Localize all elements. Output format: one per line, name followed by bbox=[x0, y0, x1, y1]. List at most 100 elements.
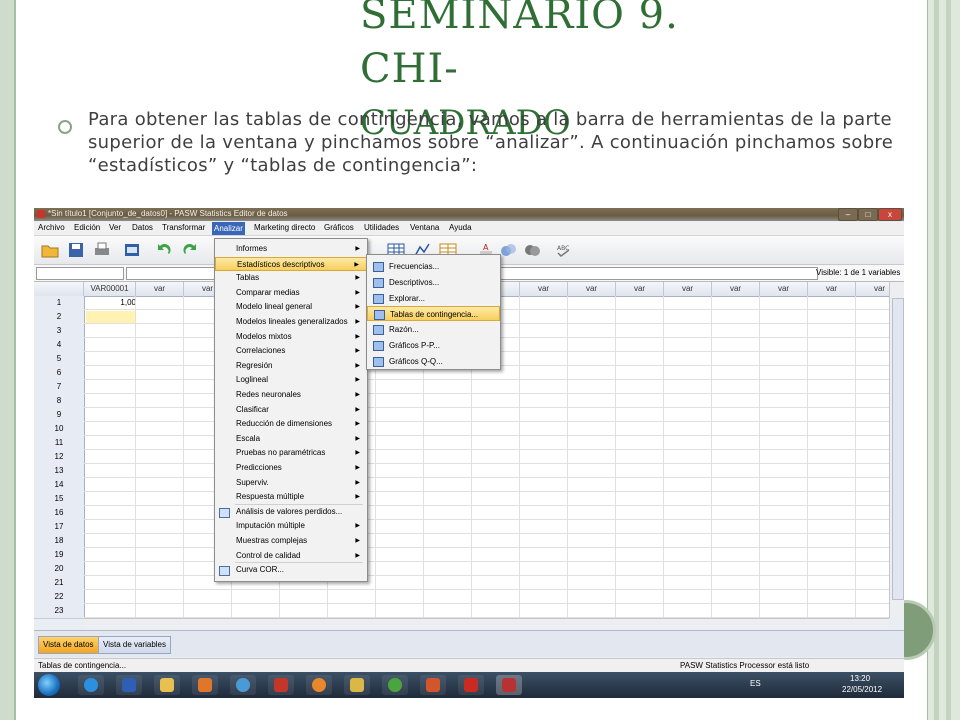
column-header-var[interactable]: var bbox=[760, 282, 808, 297]
row-number[interactable]: 8 bbox=[34, 394, 85, 409]
row-number[interactable]: 18 bbox=[34, 534, 85, 549]
vertical-scrollbar[interactable] bbox=[889, 282, 904, 618]
analyze-menu-item[interactable]: Imputación múltiple ▶ bbox=[215, 519, 367, 533]
analyze-menu-item[interactable]: Muestras complejas ▶ bbox=[215, 534, 367, 548]
cell-value[interactable]: 1,00 bbox=[84, 296, 136, 310]
row-number[interactable]: 16 bbox=[34, 506, 85, 521]
row-number[interactable]: 9 bbox=[34, 408, 85, 423]
analyze-menu-item[interactable]: Control de calidad ▶ bbox=[215, 549, 367, 563]
media-player-icon[interactable] bbox=[192, 675, 218, 695]
row-number[interactable]: 17 bbox=[34, 520, 85, 535]
analyze-menu-item[interactable]: Modelo lineal general ▶ bbox=[215, 300, 367, 314]
show-sets-icon[interactable] bbox=[522, 241, 542, 259]
file-explorer-icon[interactable] bbox=[154, 675, 180, 695]
tab-variable-view[interactable]: Vista de variables bbox=[98, 636, 171, 654]
column-header-var[interactable]: var bbox=[616, 282, 664, 297]
spell-check-icon[interactable]: ABC bbox=[554, 241, 574, 259]
pasw-taskbar-icon[interactable] bbox=[496, 675, 522, 695]
descriptives-menu-item[interactable]: Tablas de contingencia... bbox=[367, 306, 500, 322]
menu-ayuda[interactable]: Ayuda bbox=[449, 223, 472, 232]
row-number[interactable]: 12 bbox=[34, 450, 85, 465]
row-number[interactable]: 15 bbox=[34, 492, 85, 507]
row-number[interactable]: 20 bbox=[34, 562, 85, 577]
close-button[interactable]: x bbox=[878, 208, 902, 221]
column-header-var[interactable]: var bbox=[568, 282, 616, 297]
maximize-button[interactable]: □ bbox=[858, 208, 878, 221]
cell-name-field[interactable] bbox=[36, 267, 124, 280]
menu-transformar[interactable]: Transformar bbox=[162, 223, 205, 232]
analyze-menu-item[interactable]: Comparar medias ▶ bbox=[215, 286, 367, 300]
row-number[interactable]: 14 bbox=[34, 478, 85, 493]
row-number[interactable]: 13 bbox=[34, 464, 85, 479]
row-number[interactable]: 4 bbox=[34, 338, 85, 353]
analyze-menu-item[interactable]: Estadísticos descriptivos ▶ bbox=[215, 256, 367, 271]
pin-app-icon[interactable] bbox=[268, 675, 294, 695]
row-number[interactable]: 2 bbox=[34, 310, 85, 325]
horizontal-scrollbar[interactable] bbox=[84, 618, 889, 630]
descriptives-menu-item[interactable]: Gráficos Q-Q... bbox=[367, 354, 500, 369]
save-icon[interactable] bbox=[66, 241, 86, 259]
column-header-var[interactable]: var bbox=[808, 282, 856, 297]
minimize-button[interactable]: – bbox=[838, 208, 858, 221]
start-button[interactable] bbox=[38, 674, 60, 696]
analyze-menu-item[interactable]: Pruebas no paramétricas ▶ bbox=[215, 446, 367, 460]
clock-time[interactable]: 13:20 bbox=[850, 674, 870, 683]
redo-icon[interactable] bbox=[180, 241, 200, 259]
analyze-menu-item[interactable]: Regresión ▶ bbox=[215, 359, 367, 373]
descriptives-menu-item[interactable]: Gráficos P-P... bbox=[367, 338, 500, 353]
analyze-menu-item[interactable]: Predicciones ▶ bbox=[215, 461, 367, 475]
acrobat-icon[interactable] bbox=[458, 675, 484, 695]
analyze-menu-item[interactable]: Redes neuronales ▶ bbox=[215, 388, 367, 402]
utorrent-icon[interactable] bbox=[382, 675, 408, 695]
menu-archivo[interactable]: Archivo bbox=[38, 223, 65, 232]
descriptives-menu-item[interactable]: Razón... bbox=[367, 322, 500, 337]
row-number[interactable]: 11 bbox=[34, 436, 85, 451]
column-header-var[interactable]: var bbox=[136, 282, 184, 297]
use-sets-icon[interactable] bbox=[498, 241, 518, 259]
open-folder-icon[interactable] bbox=[40, 241, 60, 259]
row-number[interactable]: 10 bbox=[34, 422, 85, 437]
descriptives-menu-item[interactable]: Frecuencias... bbox=[367, 259, 500, 274]
row-number[interactable]: 19 bbox=[34, 548, 85, 563]
row-number[interactable]: 22 bbox=[34, 590, 85, 605]
undo-icon[interactable] bbox=[154, 241, 174, 259]
analyze-menu-item[interactable]: Informes ▶ bbox=[215, 242, 367, 256]
analyze-menu-item[interactable]: Modelos lineales generalizados ▶ bbox=[215, 315, 367, 329]
analyze-menu-item[interactable]: Reducción de dimensiones ▶ bbox=[215, 417, 367, 431]
internet-explorer-icon[interactable] bbox=[78, 675, 104, 695]
analyze-menu-item[interactable]: Clasificar ▶ bbox=[215, 403, 367, 417]
analyze-menu-item[interactable]: Correlaciones ▶ bbox=[215, 344, 367, 358]
column-header-var[interactable]: var bbox=[520, 282, 568, 297]
firefox-icon[interactable] bbox=[306, 675, 332, 695]
menu-datos[interactable]: Datos bbox=[132, 223, 153, 232]
column-header-var[interactable]: var bbox=[664, 282, 712, 297]
row-number[interactable]: 23 bbox=[34, 604, 85, 619]
analyze-menu-item[interactable]: Loglineal ▶ bbox=[215, 373, 367, 387]
row-number[interactable]: 1 bbox=[34, 296, 85, 311]
tab-data-view[interactable]: Vista de datos bbox=[38, 636, 99, 654]
analyze-menu-item[interactable]: Análisis de valores perdidos... bbox=[215, 505, 367, 519]
row-number[interactable]: 5 bbox=[34, 352, 85, 367]
folder-app-icon[interactable] bbox=[344, 675, 370, 695]
row-number[interactable]: 6 bbox=[34, 366, 85, 381]
descriptives-menu-item[interactable]: Descriptivos... bbox=[367, 275, 500, 290]
menu-ventana[interactable]: Ventana bbox=[410, 223, 439, 232]
column-header-var00001[interactable]: VAR00001 bbox=[84, 282, 136, 297]
menu-edicion[interactable]: Edición bbox=[74, 223, 100, 232]
language-indicator[interactable]: ES bbox=[750, 679, 761, 688]
menu-graficos[interactable]: Gráficos bbox=[324, 223, 354, 232]
menu-ver[interactable]: Ver bbox=[109, 223, 121, 232]
print-icon[interactable] bbox=[92, 241, 112, 259]
dialog-recall-icon[interactable] bbox=[122, 241, 142, 259]
row-number[interactable]: 21 bbox=[34, 576, 85, 591]
column-header-var[interactable]: var bbox=[712, 282, 760, 297]
analyze-menu-item[interactable]: Respuesta múltiple ▶ bbox=[215, 490, 367, 504]
analyze-menu-item[interactable]: Escala ▶ bbox=[215, 432, 367, 446]
word-icon[interactable] bbox=[116, 675, 142, 695]
analyze-menu-item[interactable]: Tablas ▶ bbox=[215, 271, 367, 285]
menu-marketing-directo[interactable]: Marketing directo bbox=[254, 223, 315, 232]
analyze-menu-item[interactable]: Modelos mixtos ▶ bbox=[215, 330, 367, 344]
row-number[interactable]: 3 bbox=[34, 324, 85, 339]
analyze-menu-item[interactable]: Superviv. ▶ bbox=[215, 476, 367, 490]
descriptives-menu-item[interactable]: Explorar... bbox=[367, 291, 500, 306]
